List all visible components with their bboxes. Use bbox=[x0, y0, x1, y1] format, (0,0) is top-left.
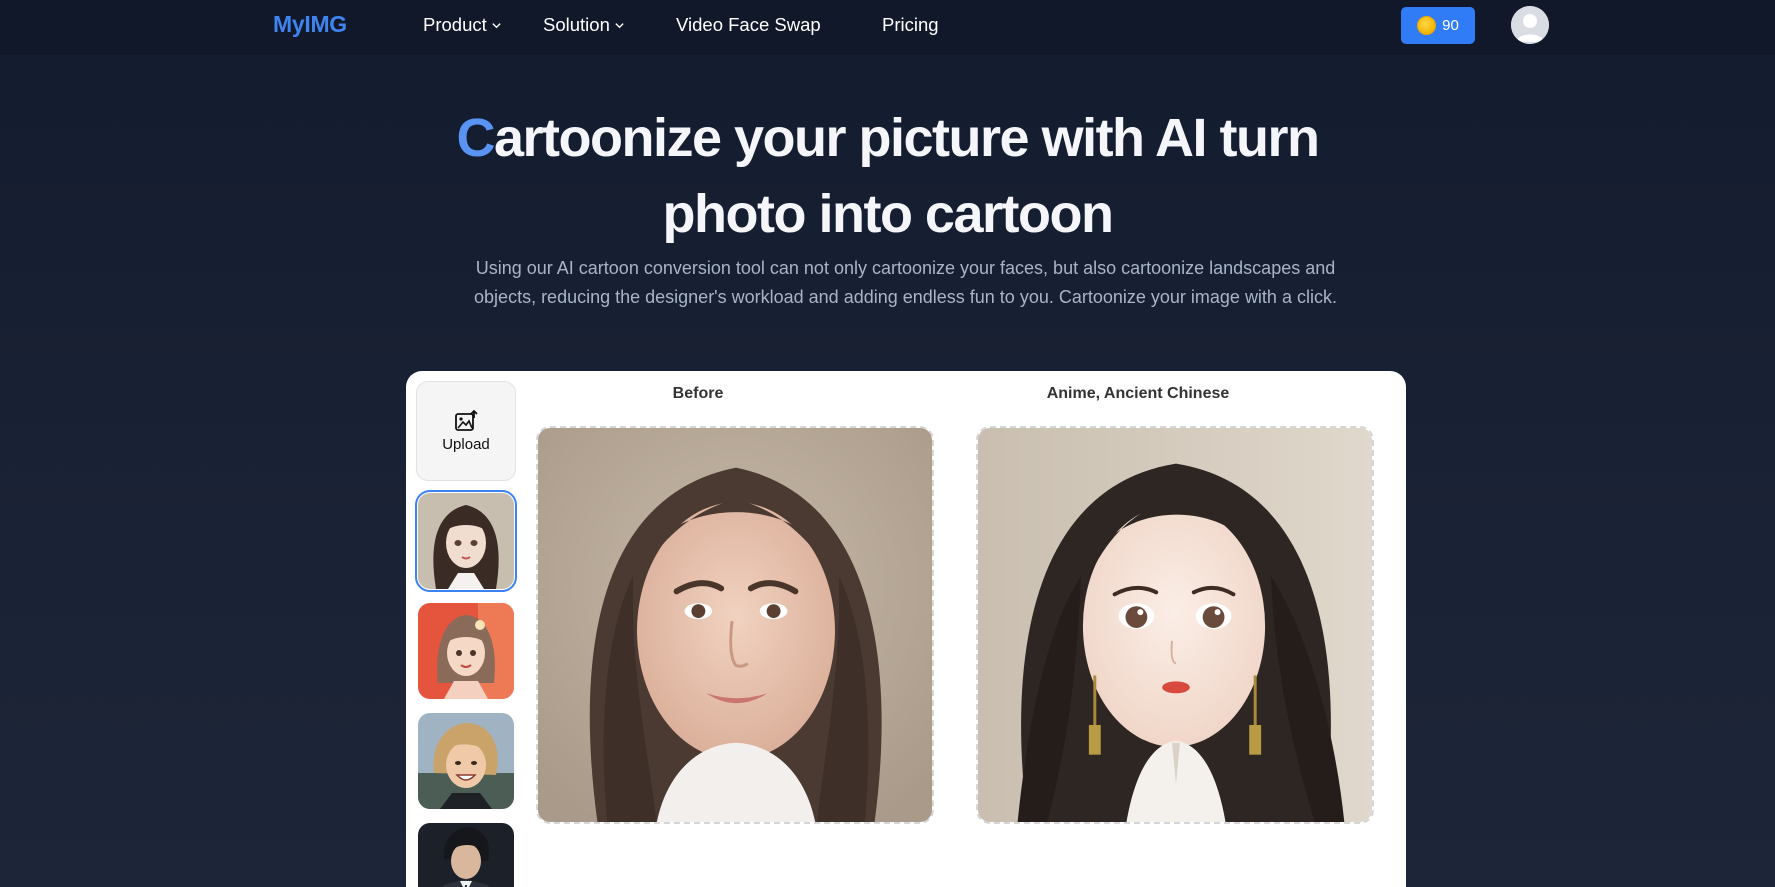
title-rest: artoonize your picture with AI turn phot… bbox=[493, 108, 1320, 244]
after-style-label: Anime, Ancient Chinese bbox=[1046, 385, 1230, 402]
coin-icon bbox=[1417, 16, 1437, 35]
anime-man-suit-thumbnail-image bbox=[418, 823, 514, 887]
sample-thumbnail-anime-boy-smiling[interactable] bbox=[418, 713, 514, 809]
page-title: Cartoonize your picture with AI turn pho… bbox=[0, 100, 1775, 252]
coin-balance-button[interactable]: 90 bbox=[1401, 7, 1475, 44]
nav-solution[interactable]: Solution bbox=[543, 14, 625, 36]
sample-thumbnail-anime-girl-red-background[interactable] bbox=[418, 603, 514, 699]
top-navbar: MyIMG Product Solution Video Face Swap P… bbox=[0, 0, 1775, 55]
sample-thumbnail-anime-girl-long-hair[interactable] bbox=[415, 490, 517, 592]
sample-thumbnail-anime-man-suit[interactable] bbox=[418, 823, 514, 887]
hero-description: Using our AI cartoon conversion tool can… bbox=[474, 258, 1337, 307]
anime-girl-red-thumbnail-image bbox=[418, 603, 514, 699]
anime-girl-thumbnail-image bbox=[418, 493, 514, 589]
nav-video-face-swap[interactable]: Video Face Swap bbox=[676, 14, 821, 36]
user-avatar[interactable] bbox=[1511, 6, 1549, 44]
title-first-letter: C bbox=[456, 108, 495, 168]
chevron-down-icon bbox=[492, 22, 501, 28]
nav-video-face-swap-label: Video Face Swap bbox=[676, 14, 821, 35]
upload-button[interactable]: Upload bbox=[416, 381, 516, 481]
image-upload-icon bbox=[455, 409, 478, 431]
logo[interactable]: MyIMG bbox=[273, 11, 347, 38]
anime-boy-thumbnail-image bbox=[418, 713, 514, 809]
nav-product-label: Product bbox=[423, 14, 487, 35]
before-image bbox=[536, 426, 934, 824]
user-avatar-icon bbox=[1511, 6, 1549, 44]
coin-count: 90 bbox=[1442, 17, 1459, 34]
original-photo-image bbox=[538, 428, 932, 822]
nav-solution-label: Solution bbox=[543, 14, 610, 35]
chevron-down-icon bbox=[615, 22, 624, 28]
upload-label: Upload bbox=[442, 435, 490, 453]
before-label: Before bbox=[672, 385, 724, 402]
nav-pricing[interactable]: Pricing bbox=[882, 14, 939, 36]
cartoonize-tool-panel: Upload Before Anime, Ancient Chinese bbox=[406, 371, 1406, 887]
cartoonized-result-image bbox=[978, 428, 1372, 822]
after-image bbox=[976, 426, 1374, 824]
nav-pricing-label: Pricing bbox=[882, 14, 939, 35]
nav-product[interactable]: Product bbox=[423, 14, 502, 36]
